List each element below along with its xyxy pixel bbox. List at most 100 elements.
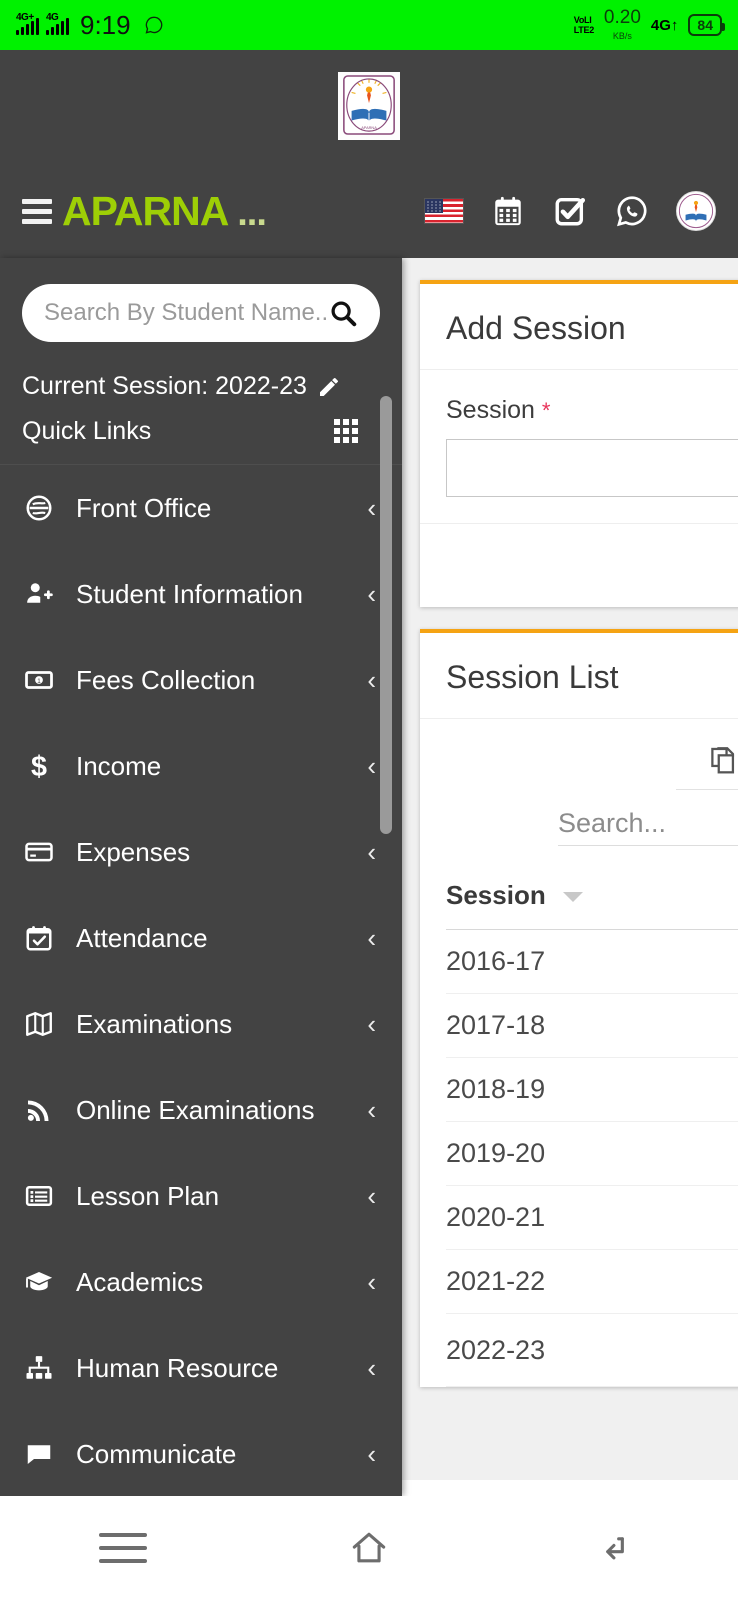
add-session-card: Add Session Session *	[420, 280, 738, 607]
grid-icon[interactable]	[334, 418, 360, 445]
session-input[interactable]	[446, 439, 738, 497]
sidebar-item-lesson-plan[interactable]: Lesson Plan ‹	[0, 1153, 402, 1239]
sidebar-item-label: Examinations	[76, 1008, 233, 1039]
calendar-check-icon	[24, 923, 68, 953]
cell-status	[720, 993, 738, 1058]
sidebar-item-label: Student Information	[76, 578, 303, 609]
chevron-left-icon: ‹	[367, 922, 376, 953]
whatsapp-icon[interactable]	[614, 193, 650, 229]
front-office-icon	[24, 493, 68, 523]
table-header-row: Session St	[446, 872, 738, 930]
cell-session: 2021-22	[446, 1249, 721, 1314]
sidebar-item-label: Human Resource	[76, 1352, 279, 1383]
sidebar-item-student-information[interactable]: Student Information ‹	[0, 551, 402, 637]
table-row[interactable]: 2022-23A	[446, 1313, 738, 1387]
sidebar-item-attendance[interactable]: Attendance ‹	[0, 895, 402, 981]
battery-indicator: 84	[688, 14, 725, 36]
student-search-box[interactable]	[22, 284, 380, 342]
sidebar-item-online-examinations[interactable]: Online Examinations ‹	[0, 1067, 402, 1153]
copy-icon[interactable]	[706, 743, 738, 779]
sidebar-item-human-resource[interactable]: Human Resource ‹	[0, 1325, 402, 1411]
language-flag-icon[interactable]	[424, 198, 464, 224]
sidebar-item-fees-collection[interactable]: 1 Fees Collection ‹	[0, 637, 402, 723]
map-icon	[24, 1009, 68, 1039]
column-header-session[interactable]: Session	[446, 872, 721, 930]
chevron-left-icon: ‹	[367, 1352, 376, 1383]
signal-strength-1-icon: 4G+	[16, 12, 39, 35]
cell-status	[720, 1249, 738, 1314]
brand-ellipsis: ...	[237, 191, 267, 234]
quick-links-row[interactable]: Quick Links	[22, 417, 380, 446]
session-list-title: Session List	[420, 633, 738, 719]
cell-status	[720, 1121, 738, 1186]
sidebar-item-front-office[interactable]: Front Office ‹	[0, 465, 402, 551]
cell-status	[720, 1057, 738, 1122]
whatsapp-notification-icon	[144, 15, 164, 35]
search-icon[interactable]	[328, 298, 358, 328]
table-row[interactable]: 2019-20	[446, 1121, 738, 1186]
sidebar-scrollbar[interactable]	[380, 396, 392, 834]
pencil-icon[interactable]	[317, 375, 341, 399]
recents-icon[interactable]	[95, 1525, 151, 1571]
network-type-2-label: 4G	[46, 12, 59, 23]
sidebar-item-communicate[interactable]: Communicate ‹	[0, 1411, 402, 1496]
checkbox-icon[interactable]	[552, 193, 588, 229]
svg-text:1: 1	[37, 678, 41, 685]
add-session-footer	[420, 523, 738, 607]
user-avatar-icon[interactable]	[676, 191, 716, 231]
sidebar-item-label: Fees Collection	[76, 664, 256, 695]
current-session-row: Current Session: 2022-23	[22, 372, 380, 401]
cell-status	[720, 1185, 738, 1250]
cell-session: 2019-20	[446, 1121, 721, 1186]
chevron-left-icon: ‹	[367, 1094, 376, 1125]
add-session-body: Session *	[420, 370, 738, 523]
current-session-label: Current Session: 2022-23	[22, 372, 307, 400]
table-row[interactable]: 2018-19	[446, 1057, 738, 1122]
communicate-icon	[24, 1439, 68, 1469]
brand-name: APARNA	[62, 187, 228, 234]
column-header-status[interactable]: St	[720, 872, 738, 930]
session-field-label: Session *	[446, 396, 738, 425]
home-icon[interactable]	[341, 1525, 397, 1571]
sidebar-item-examinations[interactable]: Examinations ‹	[0, 981, 402, 1067]
sort-caret-icon	[562, 892, 583, 903]
table-row[interactable]: 2020-21	[446, 1185, 738, 1250]
back-icon[interactable]	[587, 1525, 643, 1571]
table-row[interactable]: 2017-18	[446, 993, 738, 1058]
cell-session: 2022-23	[446, 1313, 721, 1387]
header-icon-group	[424, 191, 716, 231]
session-list-card: Session List X	[420, 629, 738, 1387]
table-search-input[interactable]	[558, 802, 738, 846]
svg-text:$: $	[31, 751, 47, 781]
chevron-left-icon: ‹	[367, 750, 376, 781]
sidebar-item-academics[interactable]: Academics ‹	[0, 1239, 402, 1325]
sidebar-item-income[interactable]: $ Income ‹	[0, 723, 402, 809]
session-block: Current Session: 2022-23 Quick Links	[0, 364, 402, 465]
table-row[interactable]: 2016-17	[446, 929, 738, 994]
chevron-left-icon: ‹	[367, 1266, 376, 1297]
school-logo: APARNA	[338, 72, 400, 140]
banknote-icon: 1	[24, 665, 68, 695]
chevron-left-icon: ‹	[367, 1180, 376, 1211]
chevron-left-icon: ‹	[367, 836, 376, 867]
status-bar-left: 4G+ 4G 9:19	[16, 10, 164, 41]
sidebar-item-expenses[interactable]: Expenses ‹	[0, 809, 402, 895]
hamburger-menu-icon[interactable]	[22, 198, 52, 224]
app-header: APARNA APARNA ...	[0, 50, 738, 258]
session-label-text: Session	[446, 396, 535, 424]
cell-status	[720, 929, 738, 994]
table-row[interactable]: 2021-22	[446, 1249, 738, 1314]
search-input[interactable]	[44, 299, 328, 327]
status-bar-right: VoLI LTE2 0.20 KB/s 4G↑ 84	[574, 6, 725, 43]
session-table-body: 2016-17 2017-18 2018-19 2019-20 2020-21 2021-…	[446, 929, 738, 1387]
org-chart-icon	[24, 1353, 68, 1383]
chevron-left-icon: ‹	[367, 1438, 376, 1469]
network-type-right-label: 4G↑	[650, 16, 679, 34]
cell-session: 2018-19	[446, 1057, 721, 1122]
calendar-icon[interactable]	[490, 193, 526, 229]
network-speed-indicator: 0.20 KB/s	[603, 6, 641, 41]
sidebar-menu: Front Office ‹ Student Information ‹ 1 Fees C…	[0, 465, 402, 1496]
cell-session: 2017-18	[446, 993, 721, 1058]
add-session-title: Add Session	[420, 284, 738, 370]
sidebar: Current Session: 2022-23 Quick Links Fro…	[0, 258, 402, 1496]
